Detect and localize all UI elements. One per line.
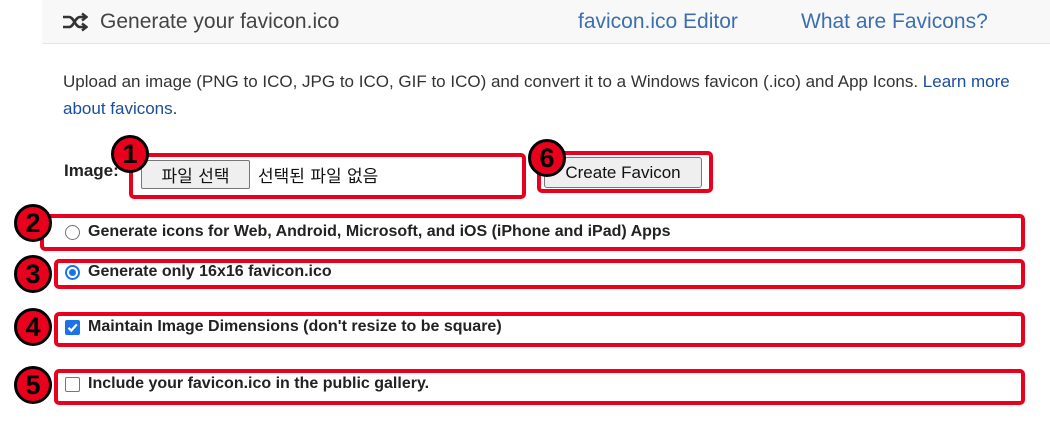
nav-link-what-are-favicons[interactable]: What are Favicons? bbox=[801, 0, 988, 43]
badge-1: 1 bbox=[111, 135, 149, 173]
highlight-box-1 bbox=[129, 153, 526, 199]
highlight-box-5 bbox=[54, 369, 1025, 405]
image-label: Image: bbox=[64, 161, 119, 180]
shuffle-icon bbox=[62, 12, 88, 32]
brand-title: Generate your favicon.ico bbox=[100, 9, 340, 33]
badge-4: 4 bbox=[14, 308, 52, 346]
intro-suffix: . bbox=[172, 99, 178, 118]
badge-2: 2 bbox=[14, 204, 52, 242]
nav-link-favicon-editor[interactable]: favicon.ico Editor bbox=[578, 0, 738, 43]
badge-5: 5 bbox=[14, 366, 52, 404]
badge-6: 6 bbox=[528, 139, 566, 177]
highlight-box-3 bbox=[54, 259, 1025, 289]
brand[interactable]: Generate your favicon.ico bbox=[62, 0, 339, 43]
highlight-box-2 bbox=[40, 214, 1025, 251]
page: Generate your favicon.ico favicon.ico Ed… bbox=[0, 0, 1050, 429]
highlight-box-4 bbox=[54, 312, 1025, 347]
intro-paragraph: Upload an image (PNG to ICO, JPG to ICO,… bbox=[63, 68, 1038, 122]
intro-text: Upload an image (PNG to ICO, JPG to ICO,… bbox=[63, 72, 923, 91]
top-navbar: Generate your favicon.ico favicon.ico Ed… bbox=[42, 0, 1050, 44]
badge-3: 3 bbox=[14, 255, 52, 293]
